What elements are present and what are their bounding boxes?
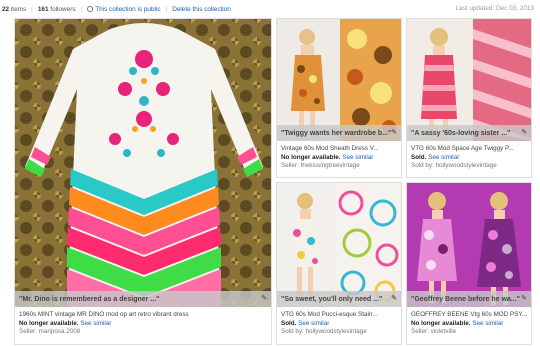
delete-collection-link[interactable]: Delete this collection (172, 6, 231, 13)
availability-status: No longer available. (19, 319, 79, 327)
quote-text: "A sassy '60s-loving sister ..." (411, 129, 511, 137)
followers-count: 161 (37, 5, 49, 13)
edit-pencil-icon[interactable]: ✎ (391, 294, 397, 302)
listing-title-link[interactable]: Vintage 60s Mod Sheath Dress V... (281, 145, 379, 152)
globe-icon (87, 6, 94, 12)
divider: | (165, 5, 168, 13)
listing-info: Vintage 60s Mod Sheath Dress V... No lon… (281, 145, 397, 171)
quote-text: "Mr. Dino is remembered as a designer ..… (19, 295, 160, 303)
listing-quote[interactable]: "A sassy '60s-loving sister ..." ✎ (407, 125, 531, 141)
collection-public-link[interactable]: This collection is public (95, 6, 160, 13)
listing-title-link[interactable]: 1960s MINT vintage MR DINO mod op art re… (19, 311, 189, 318)
see-similar-link[interactable]: See similar (298, 320, 329, 327)
listing-info: GEOFFREY BEENE Vtg 60s MOD PSY... No lon… (411, 311, 527, 337)
edit-pencil-icon[interactable]: ✎ (521, 294, 527, 302)
listing-info: 1960s MINT vintage MR DINO mod op art re… (19, 311, 267, 337)
listing-quote[interactable]: "Geoffrey Beene before he wa..." ✎ (407, 291, 531, 307)
listing-photo[interactable] (15, 19, 271, 307)
availability-status: No longer available. (411, 319, 471, 327)
seller-name: Seller: violetville (411, 328, 457, 336)
followers-label: followers (50, 5, 76, 13)
see-similar-link[interactable]: See similar (342, 154, 373, 161)
listing-title-link[interactable]: VTG 60s Mod Pucci-esque Stain... (281, 311, 378, 318)
quote-text: "Twiggy wants her wardrobe b..." (281, 129, 392, 137)
seller-name: Sold by: hollywoodstylevintage (281, 328, 367, 336)
last-updated-text: Last updated: Dec 03, 2013 (455, 5, 534, 12)
listing-photo[interactable] (407, 183, 531, 307)
divider: | (80, 5, 83, 13)
edit-pencil-icon[interactable]: ✎ (391, 128, 397, 136)
listing-info: VTG 60s Mod Space Age Twiggy P... Sold. … (411, 145, 527, 171)
listing-card-so-sweet[interactable]: "So sweet, you'll only need ..." ✎ VTG 6… (276, 182, 402, 345)
see-similar-link[interactable]: See similar (472, 320, 503, 327)
listing-quote[interactable]: "Twiggy wants her wardrobe b..." ✎ (277, 125, 401, 141)
listing-card-geoffrey-beene[interactable]: "Geoffrey Beene before he wa..." ✎ GEOFF… (406, 182, 532, 345)
availability-status: Sold. (281, 319, 297, 327)
divider: | (31, 5, 33, 13)
listing-title-link[interactable]: GEOFFREY BEENE Vtg 60s MOD PSY... (411, 311, 527, 318)
quote-text: "Geoffrey Beene before he wa..." (411, 295, 520, 303)
collection-header-bar: 22 items | 161 followers | This collecti… (0, 0, 540, 18)
edit-pencil-icon[interactable]: ✎ (261, 294, 267, 302)
seller-name: Seller: thekissingtreevintage (281, 162, 360, 170)
see-similar-link[interactable]: See similar (428, 154, 459, 161)
edit-pencil-icon[interactable]: ✎ (521, 128, 527, 136)
listing-card-sassy-sister[interactable]: "A sassy '60s-loving sister ..." ✎ VTG 6… (406, 18, 532, 178)
listing-photo[interactable] (277, 183, 401, 307)
seller-name: Seller: mariposa.2008 (19, 328, 81, 336)
items-count: 22 (2, 5, 10, 13)
quote-text: "So sweet, you'll only need ..." (281, 295, 383, 303)
listing-quote[interactable]: "Mr. Dino is remembered as a designer ..… (15, 291, 271, 307)
see-similar-link[interactable]: See similar (80, 320, 111, 327)
listing-title-link[interactable]: VTG 60s Mod Space Age Twiggy P... (411, 145, 514, 152)
listing-card-mr-dino[interactable]: "Mr. Dino is remembered as a designer ..… (14, 18, 272, 345)
listing-quote[interactable]: "So sweet, you'll only need ..." ✎ (277, 291, 401, 307)
listing-photo[interactable] (407, 19, 531, 141)
listing-photo[interactable] (277, 19, 401, 141)
items-label: items (10, 5, 27, 13)
listing-info: VTG 60s Mod Pucci-esque Stain... Sold. S… (281, 311, 397, 337)
availability-status: No longer available. (281, 153, 341, 161)
availability-status: Sold. (411, 153, 427, 161)
seller-name: Sold by: hollywoodstylevintage (411, 162, 497, 170)
listing-card-twiggy[interactable]: "Twiggy wants her wardrobe b..." ✎ Vinta… (276, 18, 402, 178)
